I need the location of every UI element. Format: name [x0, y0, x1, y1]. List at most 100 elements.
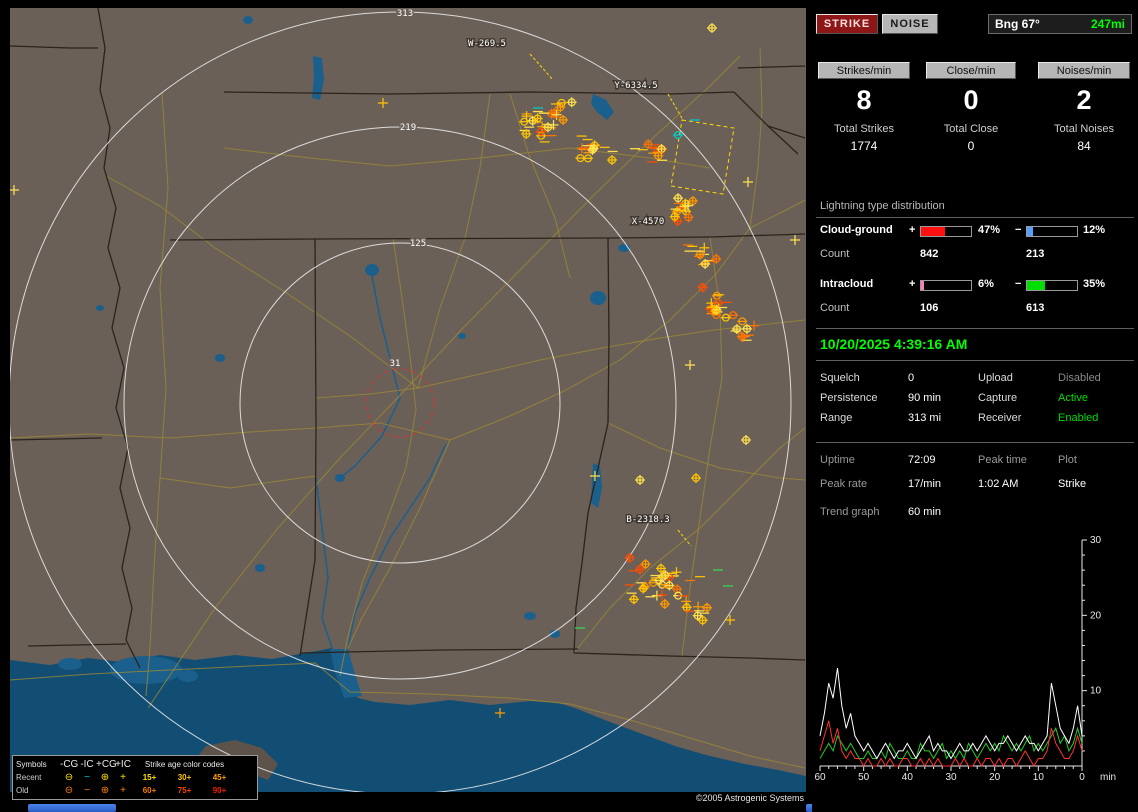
lake	[524, 612, 536, 620]
ic-plus-count: 106	[920, 302, 939, 314]
map-legend: Symbols -CG -IC +CG +IC Strike age color code…	[12, 755, 258, 800]
legend-strike-glyph: ⊕	[100, 771, 110, 783]
x-tick-label: 10	[1033, 772, 1045, 783]
x-tick-label: 50	[858, 772, 870, 783]
cg-minus-count: 213	[1026, 248, 1045, 260]
total-close-label: Total Close	[943, 123, 999, 135]
uptime-label: Uptime	[820, 454, 855, 466]
capture-value: Active	[1058, 392, 1088, 404]
cg-minus-bar	[1026, 226, 1078, 237]
separator	[816, 360, 1134, 361]
range-ring-label: 31	[390, 359, 401, 369]
trend-graph-label: Trend graph	[820, 506, 880, 518]
total-close-value: 0	[967, 139, 975, 153]
legend-row: Old ⊖ − ⊕ +60+ 75+ 90+	[16, 784, 254, 797]
trend-graph-chart: 10 20 30 60 50 40 30 20 10 0 min	[814, 535, 1116, 783]
intracloud-label: Intracloud	[820, 278, 874, 290]
cg-plus-bar-fill	[921, 227, 945, 236]
strike-map-canvas[interactable]: 31 125 219 313 W-269.5 Y-6334.5 X-4570 B-2318.3	[10, 8, 806, 792]
taskbar-fragment-left[interactable]	[28, 804, 116, 812]
range-ring-label: 313	[397, 9, 413, 19]
strikes-column: Strikes/min 8 Total Strikes 1774	[818, 62, 910, 153]
capture-label: Capture	[978, 392, 1018, 404]
legend-age-code: 90+	[212, 786, 227, 795]
trend-series-total-strikes	[819, 668, 1083, 760]
legend-age-code: 15+	[142, 773, 157, 782]
ic-minus-bar-fill	[1027, 281, 1045, 290]
total-noises-label: Total Noises	[1054, 123, 1114, 135]
cg-plus-bar	[920, 226, 972, 237]
noise-indicator-button[interactable]: NOISE	[882, 14, 938, 34]
legend-row: Recent ⊖ − ⊕ +15+ 30+ 45+	[16, 771, 254, 784]
plot-label: Plot	[1058, 454, 1077, 466]
total-strikes-value: 1774	[850, 139, 878, 153]
legend-symbols-header: Symbols	[16, 760, 47, 769]
total-strikes-label: Total Strikes	[834, 123, 894, 135]
legend-strike-glyph: +	[120, 771, 126, 783]
legend-age-code: 75+	[177, 786, 192, 795]
legend-header-row: Symbols -CG -IC +CG +IC Strike age color code…	[16, 758, 254, 771]
noises-column: Noises/min 2 Total Noises 84	[1038, 62, 1130, 153]
plus-sign: +	[909, 224, 916, 236]
range-label: Range	[820, 412, 853, 424]
strike-indicator-button[interactable]: STRIKE	[816, 14, 878, 34]
ic-plus-bar-fill	[921, 281, 924, 290]
legend-row-label: Recent	[16, 773, 42, 782]
x-tick-label: 60	[814, 772, 826, 783]
lake	[178, 670, 198, 682]
legend-symbol-type: -IC	[80, 758, 94, 770]
minus-sign: −	[1015, 224, 1022, 236]
datetime-display: 10/20/2025 4:39:16 AM	[820, 336, 968, 352]
noises-per-min-value: 2	[1076, 85, 1092, 115]
ic-minus-count: 613	[1026, 302, 1045, 314]
range-value: 313 mi	[908, 412, 942, 424]
receiver-label: Receiver	[978, 412, 1022, 424]
legend-strike-glyph: ⊖	[64, 771, 74, 783]
legend-strike-glyph: ⊕	[100, 784, 110, 796]
legend-symbol-type: -CG	[60, 758, 79, 770]
distance-value: 247mi	[1090, 17, 1125, 31]
lake	[590, 291, 606, 305]
storm-cell-label: Y-6334.5	[614, 81, 657, 91]
legend-age-header: Strike age color codes	[144, 760, 225, 769]
legend-strike-glyph: +	[120, 784, 126, 796]
y-tick-label: 20	[1090, 610, 1102, 621]
lake	[458, 333, 466, 339]
noises-per-min-button[interactable]: Noises/min	[1038, 62, 1130, 79]
bearing-readout: Bng 67° 247mi	[988, 14, 1132, 34]
ic-plus-bar	[920, 280, 972, 291]
x-axis-unit: min	[1100, 772, 1116, 783]
peak-rate-label: Peak rate	[820, 478, 868, 490]
cg-plus-pct: 47%	[978, 224, 1001, 236]
legend-row-label: Old	[16, 786, 29, 795]
storm-cell-label: X-4570	[632, 217, 665, 227]
x-tick-label: 0	[1079, 772, 1085, 783]
strikes-per-min-button[interactable]: Strikes/min	[818, 62, 910, 79]
lightning-detector-app: 31 125 219 313 W-269.5 Y-6334.5 X-4570 B-2318.3…	[0, 0, 1138, 812]
squelch-label: Squelch	[820, 372, 860, 384]
ic-count-label: Count	[820, 302, 850, 314]
plus-sign: +	[909, 278, 916, 290]
close-per-min-button[interactable]: Close/min	[926, 62, 1016, 79]
separator	[816, 328, 1134, 329]
ic-minus-bar	[1026, 280, 1078, 291]
status-panel: STRIKE NOISE Bng 67° 247mi Strikes/min 8…	[812, 0, 1138, 812]
x-tick-label: 30	[945, 772, 957, 783]
cg-minus-pct: 12%	[1083, 224, 1106, 236]
uptime-value: 72:09	[908, 454, 936, 466]
legend-strike-glyph: ⊖	[64, 784, 74, 796]
ic-minus-pct: 35%	[1083, 278, 1106, 290]
legend-age-code: 45+	[212, 773, 227, 782]
minus-sign: −	[1015, 278, 1022, 290]
close-column: Close/min 0 Total Close 0	[926, 62, 1016, 153]
legend-strike-glyph: −	[84, 784, 90, 796]
bearing-value: Bng 67°	[995, 17, 1040, 31]
range-ring-label: 125	[410, 239, 426, 249]
receiver-value: Enabled	[1058, 412, 1099, 424]
legend-age-code: 60+	[142, 786, 157, 795]
squelch-value: 0	[908, 372, 915, 384]
strike-map[interactable]: 31 125 219 313 W-269.5 Y-6334.5 X-4570 B-2318.3…	[10, 8, 806, 803]
legend-age-code: 30+	[177, 773, 192, 782]
separator	[816, 217, 1134, 218]
strikes-per-min-value: 8	[856, 85, 872, 115]
